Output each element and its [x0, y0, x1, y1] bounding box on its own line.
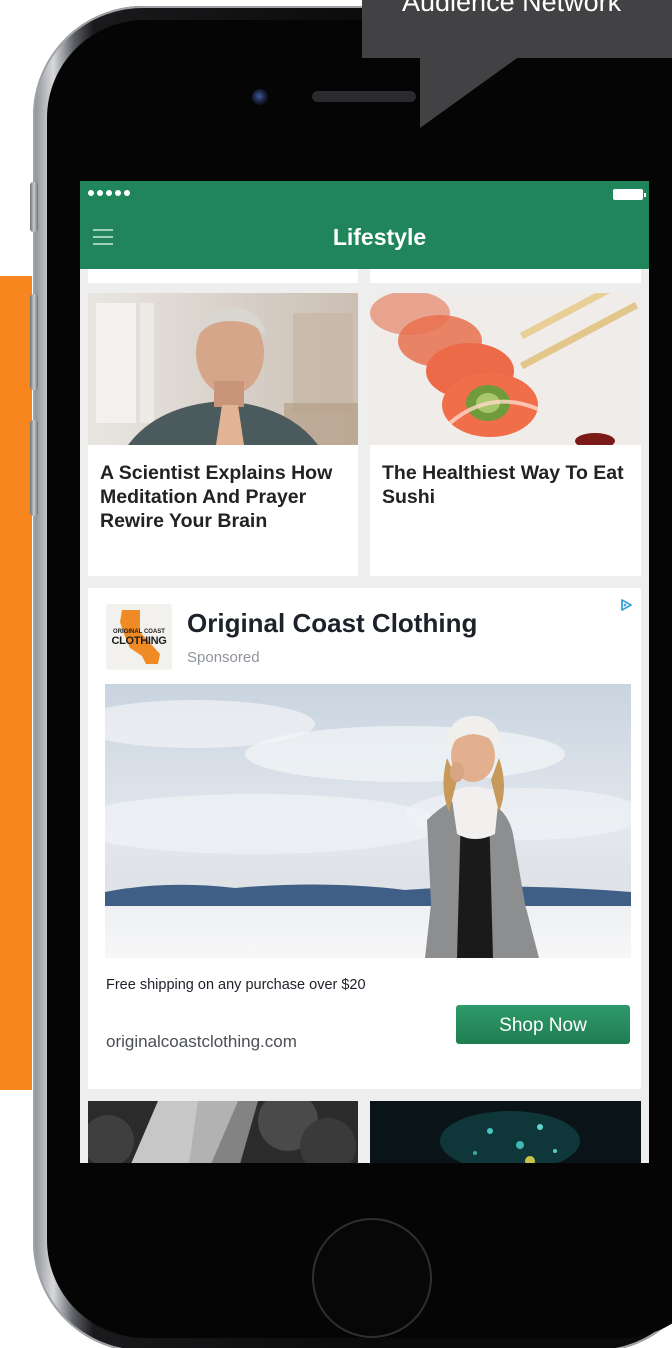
native-ad-card[interactable]: ORIGINAL COAST CLOTHING Original Coast C…	[88, 588, 641, 1089]
article-card-meditation[interactable]: A Scientist Explains How Meditation And …	[88, 293, 358, 576]
article-image-sushi	[370, 293, 641, 445]
forest-photo	[88, 1101, 358, 1163]
status-bar	[80, 181, 649, 207]
front-camera	[252, 89, 268, 105]
callout-text: Audience Network	[402, 0, 622, 17]
app-screen: Lifestyle A Scientist Explains How Medit…	[80, 181, 649, 1163]
feed[interactable]: A Scientist Explains How Meditation And …	[80, 269, 649, 1163]
volume-up-button	[30, 294, 38, 390]
advertiser-logo[interactable]: ORIGINAL COAST CLOTHING	[106, 604, 172, 670]
callout-tail	[420, 56, 520, 128]
advertiser-logo-text: ORIGINAL COAST CLOTHING	[111, 629, 167, 647]
mute-switch	[30, 182, 38, 232]
article-card-night[interactable]	[370, 1101, 641, 1163]
night-photo	[370, 1101, 641, 1163]
ad-body-text: Free shipping on any purchase over $20	[106, 977, 366, 993]
ad-media-image[interactable]	[105, 684, 631, 958]
article-title: The Healthiest Way To Eat Sushi	[382, 462, 624, 508]
stage: Audience Network Lifestyle A Scientist E…	[0, 0, 672, 1348]
advertiser-name[interactable]: Original Coast Clothing	[187, 608, 477, 639]
battery-icon	[613, 189, 646, 200]
previous-card-bottom-left	[88, 269, 358, 283]
article-card-sushi[interactable]: The Healthiest Way To Eat Sushi	[370, 293, 641, 576]
article-image-meditation	[88, 293, 358, 445]
callout-bubble: Audience Network	[362, 0, 672, 58]
nav-bar: Lifestyle	[80, 207, 649, 269]
meditation-photo	[88, 293, 358, 445]
previous-card-bottom-right	[370, 269, 641, 283]
signal-dots-icon	[88, 190, 130, 196]
sushi-photo	[370, 293, 641, 445]
article-title: A Scientist Explains How Meditation And …	[100, 462, 333, 532]
article-card-forest[interactable]	[88, 1101, 358, 1163]
orange-background-panel	[0, 276, 32, 1090]
sponsored-label: Sponsored	[187, 649, 260, 666]
ad-photo	[105, 684, 631, 958]
volume-down-button	[30, 420, 38, 516]
page-title: Lifestyle	[332, 224, 427, 250]
home-button[interactable]	[312, 1218, 432, 1338]
earpiece-speaker	[312, 91, 416, 102]
adchoices-icon[interactable]	[619, 598, 633, 612]
shop-now-button[interactable]: Shop Now	[456, 1005, 630, 1044]
ad-url[interactable]: originalcoastclothing.com	[106, 1032, 297, 1052]
